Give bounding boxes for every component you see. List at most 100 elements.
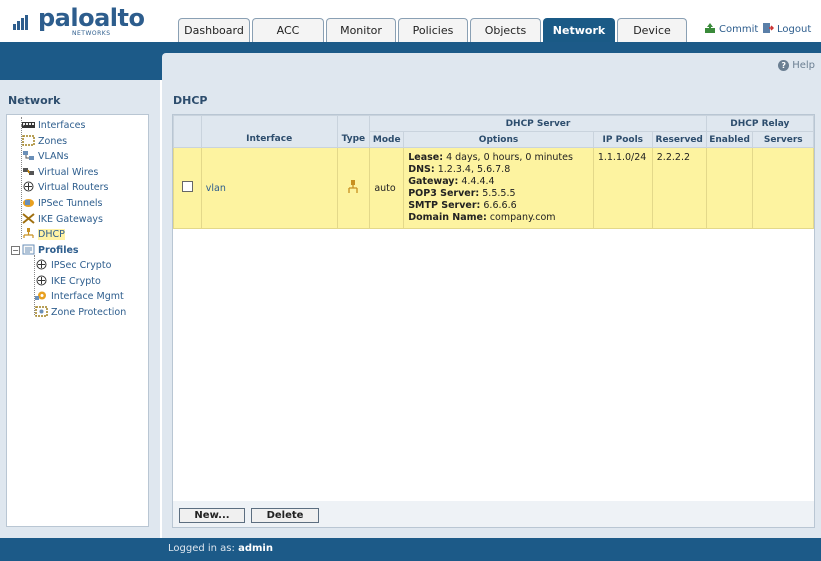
top-header: paloalto NETWORKS Dashboard ACC Monitor … <box>0 0 821 42</box>
option-line: DNS: 1.2.3.4, 5.6.7.8 <box>408 164 589 176</box>
option-value: 4.4.4.4 <box>461 176 495 187</box>
tab-policies[interactable]: Policies <box>398 18 468 42</box>
sidebar: Network Interfaces Zones VLANs Virtual W… <box>0 80 160 538</box>
tree-line <box>21 125 24 126</box>
column-header-type[interactable]: Type <box>336 131 371 148</box>
status-footer: Logged in as: admin <box>0 538 821 561</box>
sidebar-item-dhcp[interactable]: DHCP <box>22 228 65 242</box>
interface-cell: vlan <box>200 147 338 229</box>
option-line: Lease: 4 days, 0 hours, 0 minutes <box>408 152 589 164</box>
column-header-options[interactable]: Options <box>403 131 594 148</box>
sidebar-item-vlans[interactable]: VLANs <box>22 150 69 164</box>
sidebar-item-virtual-routers[interactable]: Virtual Routers <box>22 181 109 195</box>
logo-mark-icon <box>13 15 28 30</box>
commit-label: Commit <box>719 24 759 35</box>
tab-acc[interactable]: ACC <box>252 18 324 42</box>
login-status: Logged in as: admin <box>168 543 273 554</box>
virtual-wires-icon <box>23 168 34 175</box>
collapse-toggle-icon[interactable]: − <box>11 246 20 255</box>
column-group-dhcp-server: DHCP Server <box>369 115 707 132</box>
dhcp-icon <box>23 228 34 238</box>
tab-objects[interactable]: Objects <box>470 18 541 42</box>
option-line: Gateway: 4.4.4.4 <box>408 176 589 188</box>
relay-enabled-cell <box>705 147 754 229</box>
logout-icon <box>763 23 774 33</box>
new-button[interactable]: New... <box>179 508 245 523</box>
sidebar-item-label: IPSec Crypto <box>51 260 112 271</box>
brand-sub: NETWORKS <box>72 30 111 37</box>
options-cell: Lease: 4 days, 0 hours, 0 minutes DNS: 1… <box>403 147 594 229</box>
brand-name: paloalto <box>38 4 145 32</box>
option-key: SMTP Server: <box>408 200 481 211</box>
sidebar-item-ike-gateways[interactable]: IKE Gateways <box>22 213 103 227</box>
virtual-routers-icon <box>23 181 34 192</box>
mode-cell: auto <box>369 147 405 229</box>
logout-label: Logout <box>777 24 812 35</box>
option-value: company.com <box>489 212 556 223</box>
column-header-ip-pools[interactable]: IP Pools <box>592 131 653 148</box>
sidebar-item-ipsec-crypto[interactable]: IPSec Crypto <box>35 259 111 273</box>
tab-network[interactable]: Network <box>543 18 615 42</box>
interface-link[interactable]: vlan <box>206 183 226 194</box>
sidebar-item-ipsec-tunnels[interactable]: IPSec Tunnels <box>22 197 103 211</box>
sidebar-item-label: Virtual Routers <box>38 182 109 193</box>
delete-button[interactable]: Delete <box>251 508 319 523</box>
sidebar-item-label: IKE Crypto <box>51 276 101 287</box>
column-header-reserved[interactable]: Reserved <box>651 131 707 148</box>
profiles-icon <box>22 244 35 255</box>
sidebar-item-label: Interfaces <box>38 120 86 131</box>
sidebar-item-interface-mgmt[interactable]: Interface Mgmt <box>35 290 124 304</box>
header-spacer <box>336 115 371 132</box>
reserved-cell: 2.2.2.2 <box>651 147 707 229</box>
option-value: 1.2.3.4, 5.6.7.8 <box>437 164 511 175</box>
sidebar-item-profiles[interactable]: − Profiles <box>11 244 79 258</box>
option-value: 4 days, 0 hours, 0 minutes <box>446 152 573 163</box>
tab-device[interactable]: Device <box>617 18 687 42</box>
logout-link[interactable]: Logout <box>762 22 811 35</box>
ipsec-crypto-icon <box>36 259 47 270</box>
sidebar-item-virtual-wires[interactable]: Virtual Wires <box>22 166 98 180</box>
dhcp-table: DHCP Server DHCP Relay Interface Type Mo… <box>173 115 815 229</box>
sidebar-item-zones[interactable]: Zones <box>22 135 67 149</box>
sidebar-title: Network <box>8 94 61 107</box>
table-row[interactable]: vlan auto Lease: 4 days, 0 hours, 0 minu… <box>173 147 814 229</box>
column-header-interface[interactable]: Interface <box>200 131 338 148</box>
header-spacer <box>173 115 202 132</box>
sidebar-item-label: VLANs <box>38 151 69 162</box>
sidebar-item-interfaces[interactable]: Interfaces <box>22 119 85 133</box>
help-icon: ? <box>778 60 790 71</box>
option-line: POP3 Server: 5.5.5.5 <box>408 188 589 200</box>
login-user: admin <box>238 543 273 554</box>
commit-link[interactable]: Commit <box>704 22 758 35</box>
row-checkbox[interactable] <box>181 181 193 192</box>
sidebar-item-label: Virtual Wires <box>38 167 99 178</box>
option-line: Domain Name: company.com <box>408 212 589 224</box>
tab-monitor[interactable]: Monitor <box>326 18 396 42</box>
column-header-mode[interactable]: Mode <box>369 131 405 148</box>
option-key: Domain Name: <box>408 212 487 223</box>
sidebar-item-label: DHCP <box>38 229 65 240</box>
vlans-icon <box>23 151 34 160</box>
option-key: Gateway: <box>408 176 459 187</box>
option-line: SMTP Server: 6.6.6.6 <box>408 200 589 212</box>
sidebar-item-label: Interface Mgmt <box>51 291 124 302</box>
sidebar-item-ike-crypto[interactable]: IKE Crypto <box>35 275 101 289</box>
table-actions-bar: New... Delete <box>173 501 814 527</box>
page-title: DHCP <box>173 94 208 107</box>
help-label: Help <box>792 60 815 71</box>
column-header-servers[interactable]: Servers <box>752 131 814 148</box>
type-cell <box>336 147 371 229</box>
tab-dashboard[interactable]: Dashboard <box>178 18 250 42</box>
main-panel: DHCP DHCP Server DHCP Relay Interface Ty… <box>162 80 821 538</box>
relay-servers-cell <box>752 147 814 229</box>
sidebar-item-label: IKE Gateways <box>38 214 103 225</box>
column-group-dhcp-relay: DHCP Relay <box>705 115 815 132</box>
zones-icon <box>22 135 35 146</box>
row-select-cell <box>173 147 202 229</box>
help-link[interactable]: ? Help <box>778 60 815 71</box>
header-spacer <box>200 115 338 132</box>
column-header-enabled[interactable]: Enabled <box>705 131 754 148</box>
ike-gateways-icon <box>22 213 35 224</box>
sidebar-item-zone-protection[interactable]: Zone Protection <box>35 306 126 320</box>
login-prefix: Logged in as: <box>168 543 239 554</box>
